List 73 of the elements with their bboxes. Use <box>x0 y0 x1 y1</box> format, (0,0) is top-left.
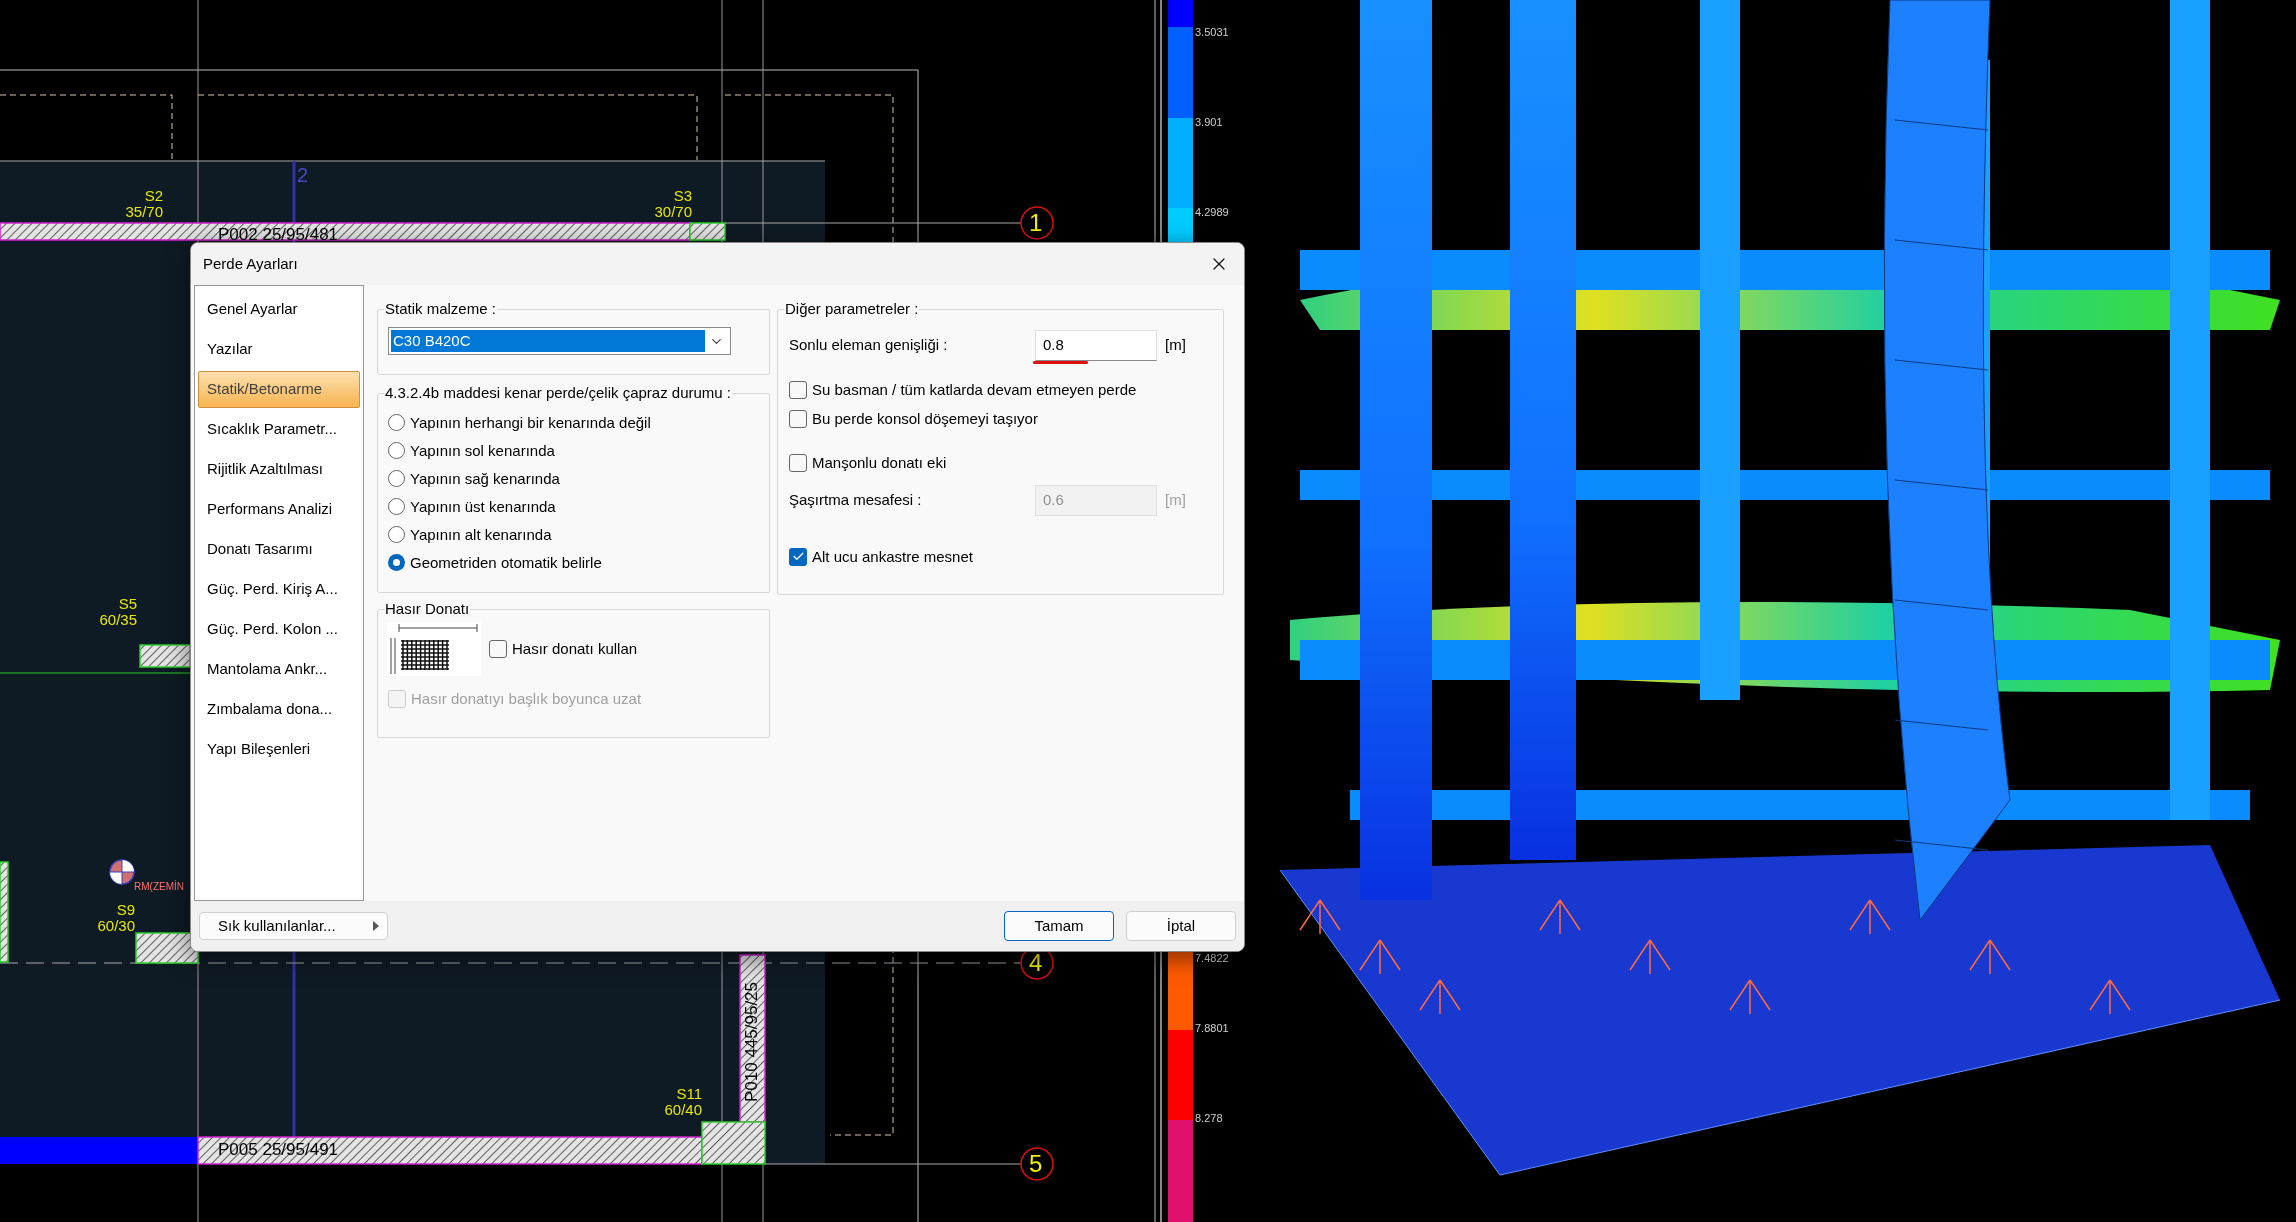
axis-marker-label: 1 <box>1029 210 1043 236</box>
checkbox-label: Hasır donatıyı başlık boyunca uzat <box>411 689 642 709</box>
column-size-label: 30/70 <box>654 204 692 220</box>
checkbox[interactable] <box>489 640 507 658</box>
axis-marker-label: 4 <box>1029 950 1043 976</box>
radio-label: Yapının herhangi bir kenarında değil <box>410 414 651 431</box>
radio-label: Yapının sol kenarında <box>410 442 555 459</box>
field-label: Şaşırtma mesafesi : <box>789 489 923 510</box>
reference-point-label: RM(ZEMİN <box>134 881 184 893</box>
dialog-button[interactable]: Tamam <box>1004 911 1114 941</box>
unit-label: [m] <box>1165 489 1186 510</box>
scale-value-label: 8.278 <box>1195 1112 1223 1124</box>
number-field[interactable]: 0.8 <box>1035 330 1157 361</box>
radio-button[interactable] <box>388 414 405 431</box>
category-item[interactable]: Statik/Betonarme <box>198 371 360 408</box>
scale-value-label: 7.8801 <box>1195 1022 1229 1034</box>
radio-label: Yapının alt kenarında <box>410 526 552 543</box>
grid-axis-label: 2 <box>297 164 309 186</box>
category-item[interactable]: Genel Ayarlar <box>198 291 360 328</box>
dialog-button[interactable]: İptal <box>1126 911 1236 941</box>
radio-button[interactable] <box>388 554 405 571</box>
category-item[interactable]: Sıcaklık Parametr... <box>198 411 360 448</box>
unit-label: [m] <box>1165 335 1186 356</box>
checkbox[interactable] <box>789 547 807 566</box>
column-label: S9 <box>116 902 135 918</box>
column-label: S2 <box>144 188 163 204</box>
category-item[interactable]: Donatı Tasarımı <box>198 531 360 568</box>
category-item[interactable]: Performans Analizi <box>198 491 360 528</box>
wire-mesh-icon <box>387 622 481 676</box>
axis-marker-label: 5 <box>1029 1151 1043 1177</box>
category-item[interactable]: Rijitlik Azaltılması <box>198 451 360 488</box>
dialog-title: Perde Ayarları <box>203 253 298 274</box>
checkbox[interactable] <box>789 381 807 400</box>
checkbox-label: Alt ucu ankastre mesnet <box>812 546 973 567</box>
radio-label: Yapının sağ kenarında <box>410 470 560 487</box>
radio-button[interactable] <box>388 498 405 515</box>
checkbox[interactable] <box>789 454 807 473</box>
checkbox-label: Su basman / tüm katlarda devam etmeyen perde <box>812 380 1137 400</box>
field-label: Sonlu eleman genişliği : <box>789 335 949 356</box>
column-size-label: 60/30 <box>97 918 135 934</box>
radio-label: Yapının üst kenarında <box>410 498 556 515</box>
category-item[interactable]: Yapı Bileşenleri <box>198 731 360 768</box>
scale-value-label: 4.2989 <box>1195 206 1229 218</box>
scale-value-label: 3.5031 <box>1195 26 1229 38</box>
category-item[interactable]: Güç. Perd. Kolon ... <box>198 611 360 648</box>
checkbox[interactable] <box>789 409 807 428</box>
checkbox-label: Bu perde konsol döşemeyi taşıyor <box>812 408 1038 429</box>
reference-point-icon <box>109 859 135 885</box>
group-title: 4.3.2.4b maddesi kenar perde/çelik çapraz durumu : <box>384 384 733 402</box>
category-item[interactable]: Mantolama Ankr... <box>198 651 360 688</box>
checkbox-label: Manşonlu donatı eki <box>812 453 947 473</box>
column-size-label: 35/70 <box>125 204 163 220</box>
column-label: S11 <box>676 1086 702 1102</box>
caret-right-icon <box>373 921 379 931</box>
favorites-menu-button[interactable]: Sık kullanılanlar... <box>199 912 388 940</box>
column-label: S5 <box>118 596 137 612</box>
radio-button[interactable] <box>388 442 405 459</box>
column-size-label: 60/35 <box>99 612 137 628</box>
radio-button[interactable] <box>388 526 405 543</box>
column-size-label: 60/40 <box>664 1102 702 1118</box>
category-item[interactable]: Zımbalama dona... <box>198 691 360 728</box>
category-item[interactable]: Yazılar <box>198 331 360 368</box>
group-title: Diğer parametreler : <box>784 300 920 318</box>
column-label: S3 <box>673 188 692 204</box>
scale-value-label: 3.901 <box>1195 116 1223 128</box>
checkbox-label: Hasır donatı kullan <box>512 638 638 659</box>
material-dropdown[interactable]: C30 B420C <box>388 327 731 355</box>
scale-value-label: 7.4822 <box>1195 952 1229 964</box>
radio-label: Geometriden otomatik belirle <box>410 554 602 571</box>
category-item[interactable]: Güç. Perd. Kiriş A... <box>198 571 360 608</box>
wall-label: P010 445/95/25 <box>742 980 762 1105</box>
radio-button[interactable] <box>388 470 405 487</box>
wall-label: P005 25/95/491 <box>218 1141 339 1159</box>
